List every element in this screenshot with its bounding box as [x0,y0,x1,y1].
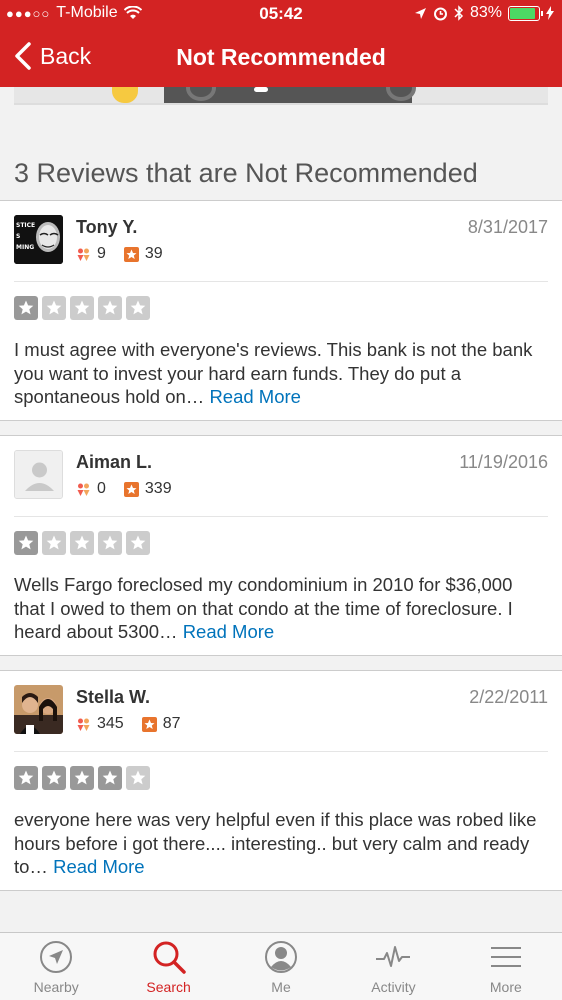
star-empty-icon [98,531,122,555]
star-filled-icon [42,766,66,790]
reviewer-stats: 9 39 [76,245,163,263]
read-more-link[interactable]: Read More [209,386,301,407]
tab-label: Activity [371,979,416,995]
friends-count: 9 [97,245,106,262]
tab-search[interactable]: Search [112,933,224,1000]
reviewer-name[interactable]: Aiman L. [76,452,152,473]
review-count: 39 [144,245,163,262]
star-filled-icon [14,766,38,790]
star-empty-icon [126,766,150,790]
tab-label: Nearby [33,979,79,995]
review-count-icon [141,716,157,732]
review-card: STICE S MING Tony Y. 8/31/2017 9 39 I mu… [0,200,562,421]
tab-label: More [489,979,522,995]
review-count-icon [123,246,139,262]
tab-activity[interactable]: Activity [337,933,449,1000]
review-text: Wells Fargo foreclosed my condominium in… [14,573,548,644]
compass-icon [40,941,73,973]
star-empty-icon [126,531,150,555]
status-bar: ●●●○○ T-Mobile 05:42 83% [0,0,562,28]
review-card: Aiman L. 11/19/2016 0 339 Wells Fargo fo… [0,435,562,656]
tab-nearby[interactable]: Nearby [0,933,112,1000]
menu-icon [490,947,521,967]
svg-text:STICE: STICE [16,222,35,229]
review-text: everyone here was very helpful even if t… [14,808,548,879]
friends-icon [77,718,90,731]
svg-text:S: S [16,233,20,240]
activity-icon [376,946,411,967]
friends-count: 345 [97,715,124,732]
star-empty-icon [126,296,150,320]
page-title: Not Recommended [176,44,386,70]
profile-icon [265,941,298,973]
read-more-link[interactable]: Read More [183,621,275,642]
bluetooth-icon [454,5,464,21]
star-empty-icon [42,296,66,320]
star-filled-icon [70,766,94,790]
star-empty-icon [70,531,94,555]
avatar[interactable]: STICE S MING [14,215,63,264]
review-date: 11/19/2016 [459,452,548,472]
alarm-icon [433,7,447,20]
charging-icon [546,6,554,20]
avatar[interactable] [14,685,63,734]
battery-icon [508,5,543,21]
star-empty-icon [98,296,122,320]
read-more-link[interactable]: Read More [53,856,145,877]
tab-me[interactable]: Me [225,933,337,1000]
reviewer-stats: 0 339 [76,480,172,498]
review-count-icon [123,481,139,497]
section-title: 3 Reviews that are Not Recommended [14,158,478,188]
star-empty-icon [42,531,66,555]
review-date: 8/31/2017 [467,217,548,237]
star-filled-icon [14,531,38,555]
status-right: 83% [414,4,554,22]
reviewer-name[interactable]: Tony Y. [76,217,137,238]
avatar-image: STICE S MING [14,215,63,264]
review-text: I must agree with everyone's reviews. Th… [14,338,548,409]
tab-label: Search [146,979,191,995]
star-rating [14,531,150,555]
avatar[interactable] [14,450,63,499]
star-rating [14,766,150,790]
review-card: Stella W. 2/22/2011 345 87 everyone here… [0,670,562,891]
reviewer-name[interactable]: Stella W. [76,687,150,708]
review-count: 87 [162,715,181,732]
top-bar: ●●●○○ T-Mobile 05:42 83% Back Not Recomm… [0,0,562,87]
review-date: 2/22/2011 [469,687,548,707]
friends-count: 0 [97,480,106,497]
battery-percent: 83% [469,4,502,21]
reviewer-stats: 345 87 [76,715,181,733]
svg-text:MING: MING [16,244,34,251]
review-count: 339 [144,480,172,497]
location-arrow-icon [414,7,426,19]
search-icon [153,941,186,974]
star-filled-icon [98,766,122,790]
tab-label: Me [271,979,291,995]
default-avatar-icon [15,451,62,498]
friends-icon [77,248,90,261]
star-filled-icon [14,296,38,320]
previous-card-image [14,87,548,105]
nav-bar: Back Not Recommended [0,28,562,87]
avatar-image [14,685,63,734]
star-rating [14,296,150,320]
tab-bar: Nearby Search Me Activity More [0,932,562,1000]
tab-more[interactable]: More [450,933,562,1000]
friends-icon [77,483,90,496]
star-empty-icon [70,296,94,320]
